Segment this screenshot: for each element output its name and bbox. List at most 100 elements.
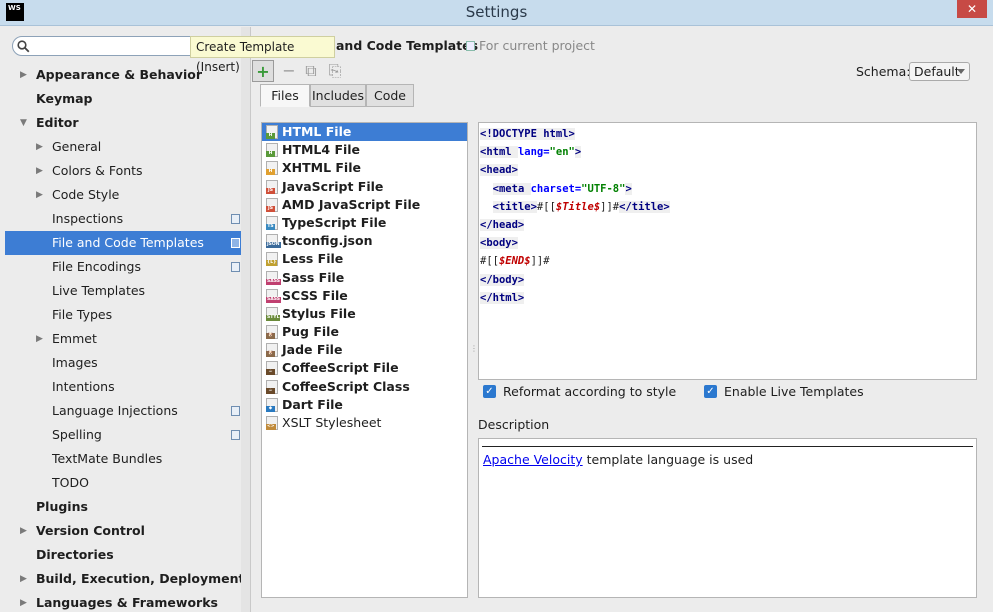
sidebar-item-images[interactable]: Images — [5, 351, 250, 375]
list-item[interactable]: JS JavaScript File — [262, 178, 467, 196]
project-scope-icon — [231, 214, 240, 224]
list-item[interactable]: H XHTML File — [262, 159, 467, 177]
code-token: lang= — [517, 146, 550, 159]
template-name: XHTML File — [282, 160, 361, 176]
scope-text: For current project — [479, 38, 595, 53]
code-token: #[[ — [536, 200, 556, 213]
close-button[interactable]: ✕ — [957, 0, 987, 18]
live-templates-option[interactable]: ✓ Enable Live Templates — [704, 384, 864, 400]
sidebar-item-label: Code Style — [52, 187, 120, 202]
copy-template-icon[interactable]: ⧉ — [300, 60, 322, 82]
sidebar-item-plugins[interactable]: Plugins — [5, 495, 250, 519]
list-item[interactable]: JS AMD JavaScript File — [262, 196, 467, 214]
sidebar-item-intentions[interactable]: Intentions — [5, 375, 250, 399]
sidebar-item-editor[interactable]: ▼ Editor — [5, 111, 250, 135]
list-item[interactable]: SASS SCSS File — [262, 287, 467, 305]
list-item[interactable]: ◆ Dart File — [262, 396, 467, 414]
sidebar-item-languages-frameworks[interactable]: ▶ Languages & Frameworks — [5, 591, 250, 612]
chevron-right-icon[interactable]: ▶ — [20, 567, 30, 591]
sidebar-item-code-style[interactable]: ▶ Code Style — [5, 183, 250, 207]
sidebar-item-textmate-bundles[interactable]: TextMate Bundles — [5, 447, 250, 471]
file-type-tag: 🐶 — [266, 333, 275, 340]
sidebar-item-label: Editor — [36, 115, 79, 130]
sidebar-item-general[interactable]: ▶ General — [5, 135, 250, 159]
list-item[interactable]: H HTML4 File — [262, 141, 467, 159]
list-item[interactable]: STYL Stylus File — [262, 305, 467, 323]
list-item[interactable]: ☕ CoffeeScript Class — [262, 378, 467, 396]
template-name: HTML File — [282, 124, 352, 139]
chevron-right-icon[interactable]: ▶ — [36, 183, 46, 207]
code-line: <head> — [480, 161, 976, 179]
project-scope-icon — [231, 406, 240, 416]
splitter-handle[interactable]: ⋮ — [470, 345, 478, 361]
template-name: CoffeeScript File — [282, 360, 399, 376]
reset-template-icon[interactable]: ⎘ — [324, 60, 346, 82]
sidebar-item-emmet[interactable]: ▶ Emmet — [5, 327, 250, 351]
sidebar-item-file-and-code-templates[interactable]: File and Code Templates — [5, 231, 250, 255]
list-item[interactable]: H HTML File — [262, 123, 467, 142]
code-line: </html> — [480, 289, 976, 307]
file-type-tag: JSON — [266, 242, 281, 249]
file-type-icon: H — [266, 143, 278, 158]
file-type-icon: ☕ — [266, 379, 278, 394]
project-scope-icon — [466, 41, 475, 51]
code-line: #[[$END$]]# — [480, 252, 976, 270]
sidebar-item-live-templates[interactable]: Live Templates — [5, 279, 250, 303]
list-item[interactable]: {L} Less File — [262, 250, 467, 268]
schema-dropdown[interactable]: Default — [909, 62, 970, 81]
sidebar-item-file-encodings[interactable]: File Encodings — [5, 255, 250, 279]
list-item[interactable]: SASS Sass File — [262, 269, 467, 287]
chevron-right-icon[interactable]: ▶ — [20, 591, 30, 612]
code-line: <title>#[[$Title$]]#</title> — [480, 198, 976, 216]
remove-template-button[interactable]: − — [278, 60, 300, 82]
tab-files[interactable]: Files — [260, 84, 310, 107]
reformat-option[interactable]: ✓ Reformat according to style — [483, 384, 676, 400]
code-token: <meta — [492, 182, 531, 195]
sidebar-item-inspections[interactable]: Inspections — [5, 207, 250, 231]
file-type-icon: 🐶 — [266, 325, 278, 340]
apache-velocity-link[interactable]: Apache Velocity — [483, 452, 583, 467]
sidebar-item-label: Live Templates — [52, 283, 146, 298]
file-type-tag: 🐶 — [266, 351, 275, 358]
code-line: <!DOCTYPE html> — [480, 125, 976, 143]
chevron-right-icon[interactable]: ▶ — [36, 327, 46, 351]
list-item[interactable]: 🐶 Jade File — [262, 341, 467, 359]
tab-code[interactable]: Code — [366, 84, 414, 107]
chevron-right-icon[interactable]: ▶ — [36, 159, 46, 183]
code-token: </body> — [480, 273, 525, 286]
sidebar-item-file-types[interactable]: File Types — [5, 303, 250, 327]
chevron-right-icon[interactable]: ▶ — [20, 519, 30, 543]
chevron-down-icon[interactable]: ▼ — [20, 111, 30, 135]
list-item[interactable]: ☕ CoffeeScript File — [262, 359, 467, 377]
chevron-right-icon[interactable]: ▶ — [36, 135, 46, 159]
list-item[interactable]: JSON tsconfig.json — [262, 232, 467, 250]
file-type-tag: ☕ — [266, 369, 275, 376]
list-item[interactable]: TS TypeScript File — [262, 214, 467, 232]
list-item[interactable]: 🐶 Pug File — [262, 323, 467, 341]
sidebar-item-directories[interactable]: Directories — [5, 543, 250, 567]
add-template-button[interactable]: + — [252, 60, 274, 82]
sidebar-item-label: File and Code Templates — [52, 235, 204, 250]
sidebar-item-keymap[interactable]: Keymap — [5, 87, 250, 111]
sidebar-item-todo[interactable]: TODO — [5, 471, 250, 495]
sidebar-item-label: Spelling — [52, 427, 102, 442]
sidebar-item-colors-fonts[interactable]: ▶ Colors & Fonts — [5, 159, 250, 183]
template-name: SCSS File — [282, 287, 348, 303]
template-list: H HTML File H HTML4 File H XHTML File JS JavaSc… — [261, 122, 468, 598]
sidebar-item-label: General — [52, 139, 102, 154]
list-item[interactable]: <> XSLT Stylesheet — [262, 414, 467, 432]
sidebar-item-label: Colors & Fonts — [52, 163, 143, 178]
tab-includes[interactable]: Includes — [310, 84, 366, 107]
sidebar-item-build-execution-deployment[interactable]: ▶ Build, Execution, Deployment — [5, 567, 250, 591]
code-token: "en" — [549, 146, 575, 159]
reformat-checkbox[interactable]: ✓ — [483, 385, 496, 398]
sidebar-scrollbar[interactable] — [241, 27, 250, 612]
sidebar-item-spelling[interactable]: Spelling — [5, 423, 250, 447]
template-name: CoffeeScript Class — [282, 378, 410, 394]
sidebar-item-version-control[interactable]: ▶ Version Control — [5, 519, 250, 543]
chevron-right-icon[interactable]: ▶ — [20, 63, 30, 87]
live-templates-checkbox[interactable]: ✓ — [704, 385, 717, 398]
sidebar-item-label: Version Control — [36, 523, 145, 538]
template-editor[interactable]: <!DOCTYPE html> <html lang="en"> <head> <m… — [478, 122, 977, 380]
sidebar-item-language-injections[interactable]: Language Injections — [5, 399, 250, 423]
